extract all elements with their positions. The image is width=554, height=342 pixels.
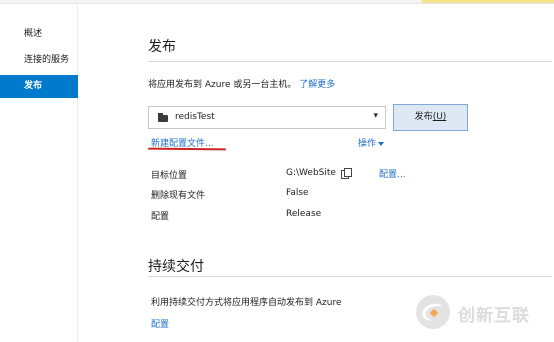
copy-icon[interactable] — [341, 168, 352, 179]
continuous-delivery-configure-link[interactable]: 配置 — [151, 317, 169, 330]
folder-icon — [158, 113, 168, 122]
publish-profile-select[interactable]: redisTest ▾ — [148, 106, 386, 129]
property-value-configuration: Release — [286, 209, 322, 219]
learn-more-link[interactable]: 了解更多 — [299, 80, 335, 90]
sidebar-item-connected-services[interactable]: 连接的服务 — [0, 50, 78, 70]
property-label-target: 目标位置 — [151, 171, 188, 181]
divider — [148, 61, 552, 62]
publish-button-accelerator: (U) — [432, 112, 447, 122]
publish-button[interactable]: 发布(U) — [393, 104, 468, 131]
continuous-delivery-description: 利用持续交付方式将应用程序自动发布到 Azure — [151, 298, 342, 308]
watermark-text: 创新互联 — [458, 306, 530, 326]
page-title: 发布 — [148, 39, 176, 55]
continuous-delivery-title: 持续交付 — [148, 259, 204, 275]
publish-description: 将应用发布到 Azure 或另一台主机。 了解更多 — [148, 77, 335, 90]
sidebar-item-publish[interactable]: 发布 — [0, 75, 78, 98]
divider — [148, 276, 552, 277]
chevron-down-icon: ▾ — [373, 111, 378, 121]
publish-button-label: 发布 — [414, 112, 433, 122]
operations-menu[interactable]: 操作 — [358, 136, 385, 149]
property-label-delete-existing: 删除现有文件 — [151, 191, 206, 201]
property-value-delete-existing: False — [286, 188, 309, 198]
publish-profile-value: redisTest — [175, 112, 215, 122]
sidebar-item-overview[interactable]: 概述 — [0, 24, 78, 44]
watermark-logo-icon — [416, 295, 450, 329]
property-label-configuration: 配置 — [151, 212, 170, 222]
operations-label: 操作 — [358, 139, 377, 149]
configure-link[interactable]: 配置... — [379, 167, 406, 180]
publish-description-text: 将应用发布到 Azure 或另一台主机。 — [148, 80, 297, 90]
sidebar: 概述 连接的服务 发布 — [0, 4, 78, 342]
watermark: 创新互联 — [416, 293, 552, 333]
main-panel: 发布 将应用发布到 Azure 或另一台主机。 了解更多 redisTest ▾… — [79, 4, 554, 342]
caret-down-icon — [378, 141, 385, 146]
top-accent-strip — [422, 0, 554, 3]
annotation-underline — [147, 147, 227, 151]
property-value-target: G:\WebSite — [286, 168, 336, 178]
